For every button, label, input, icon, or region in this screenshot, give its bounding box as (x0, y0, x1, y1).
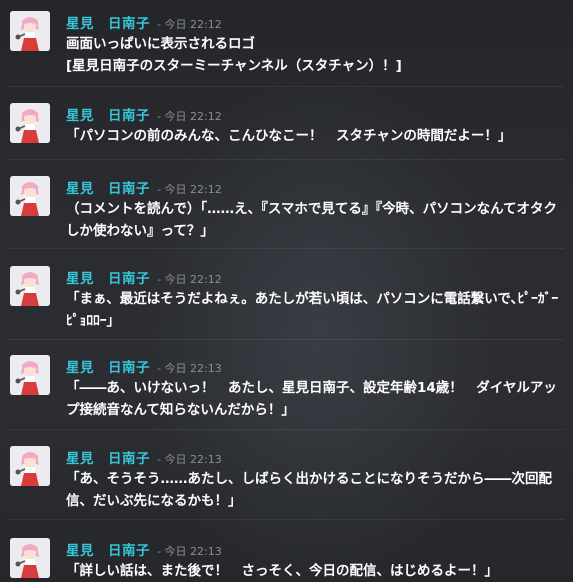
message[interactable]: 星見 日南子 - 今日 22:12 画面いっぱいに表示されるロゴ [星見日南子の… (0, 6, 573, 82)
author-name[interactable]: 星見 日南子 (66, 271, 150, 287)
message-header: 星見 日南子 - 今日 22:12 (66, 177, 222, 197)
timestamp: - 今日 22:13 (157, 362, 222, 375)
avatar[interactable] (10, 176, 50, 216)
message-content: （コメントを読んで）「……え、『スマホで見てる』『今時、パソコンなんてオタクしか… (66, 201, 557, 239)
message[interactable]: 星見 日南子 - 今日 22:12 「まぁ、最近はそうだよねぇ。あたしが若い頃は… (0, 261, 573, 337)
message-content: 「まぁ、最近はそうだよねぇ。あたしが若い頃は、パソコンに電話繋いで､ﾋﾟｰｶﾞｰ… (66, 291, 559, 329)
divider (8, 86, 565, 87)
divider (8, 159, 565, 160)
avatar[interactable] (10, 446, 50, 486)
timestamp: - 今日 22:13 (157, 545, 222, 558)
message-content: 画面いっぱいに表示されるロゴ [星見日南子のスターミーチャンネル（スタチャン）！… (66, 36, 402, 74)
timestamp: - 今日 22:13 (157, 453, 222, 466)
message[interactable]: 星見 日南子 - 今日 22:12 （コメントを読んで）「……え、『スマホで見て… (0, 171, 573, 247)
divider (8, 429, 565, 430)
message-header: 星見 日南子 - 今日 22:13 (66, 356, 222, 376)
message-header: 星見 日南子 - 今日 22:12 (66, 267, 222, 287)
message[interactable]: 星見 日南子 - 今日 22:13 「――あ、いけないっ！ あたし、星見日南子、… (0, 350, 573, 426)
divider (8, 248, 565, 249)
timestamp: - 今日 22:12 (157, 18, 222, 31)
timestamp: - 今日 22:12 (157, 273, 222, 286)
message-header: 星見 日南子 - 今日 22:13 (66, 447, 222, 467)
message[interactable]: 星見 日南子 - 今日 22:13 「詳しい話は、また後で！ さっそく、今日の配… (0, 533, 573, 582)
message-content: 「パソコンの前のみんな、こんひなこー！ スタチャンの時間だよー！」 (66, 128, 512, 144)
message[interactable]: 星見 日南子 - 今日 22:12 「パソコンの前のみんな、こんひなこー！ スタ… (0, 98, 573, 158)
message-content: 「詳しい話は、また後で！ さっそく、今日の配信、はじめるよー！」 (66, 563, 498, 579)
avatar[interactable] (10, 538, 50, 578)
author-name[interactable]: 星見 日南子 (66, 451, 150, 467)
author-name[interactable]: 星見 日南子 (66, 181, 150, 197)
divider (8, 339, 565, 340)
author-name[interactable]: 星見 日南子 (66, 543, 150, 559)
author-name[interactable]: 星見 日南子 (66, 108, 150, 124)
author-name[interactable]: 星見 日南子 (66, 360, 150, 376)
message[interactable]: 星見 日南子 - 今日 22:13 「あ、そうそう……あたし、しばらく出かけるこ… (0, 441, 573, 517)
timestamp: - 今日 22:12 (157, 110, 222, 123)
message-content: 「あ、そうそう……あたし、しばらく出かけることになりそうだから――次回配信、だい… (66, 471, 552, 509)
author-name[interactable]: 星見 日南子 (66, 16, 150, 32)
timestamp: - 今日 22:12 (157, 183, 222, 196)
avatar[interactable] (10, 266, 50, 306)
avatar[interactable] (10, 103, 50, 143)
divider (8, 519, 565, 520)
message-header: 星見 日南子 - 今日 22:12 (66, 104, 222, 124)
avatar[interactable] (10, 355, 50, 395)
message-header: 星見 日南子 - 今日 22:12 (66, 12, 222, 32)
message-header: 星見 日南子 - 今日 22:13 (66, 539, 222, 559)
avatar[interactable] (10, 11, 50, 51)
message-content: 「――あ、いけないっ！ あたし、星見日南子、設定年齢14歳！ ダイヤルアップ接続… (66, 380, 557, 418)
